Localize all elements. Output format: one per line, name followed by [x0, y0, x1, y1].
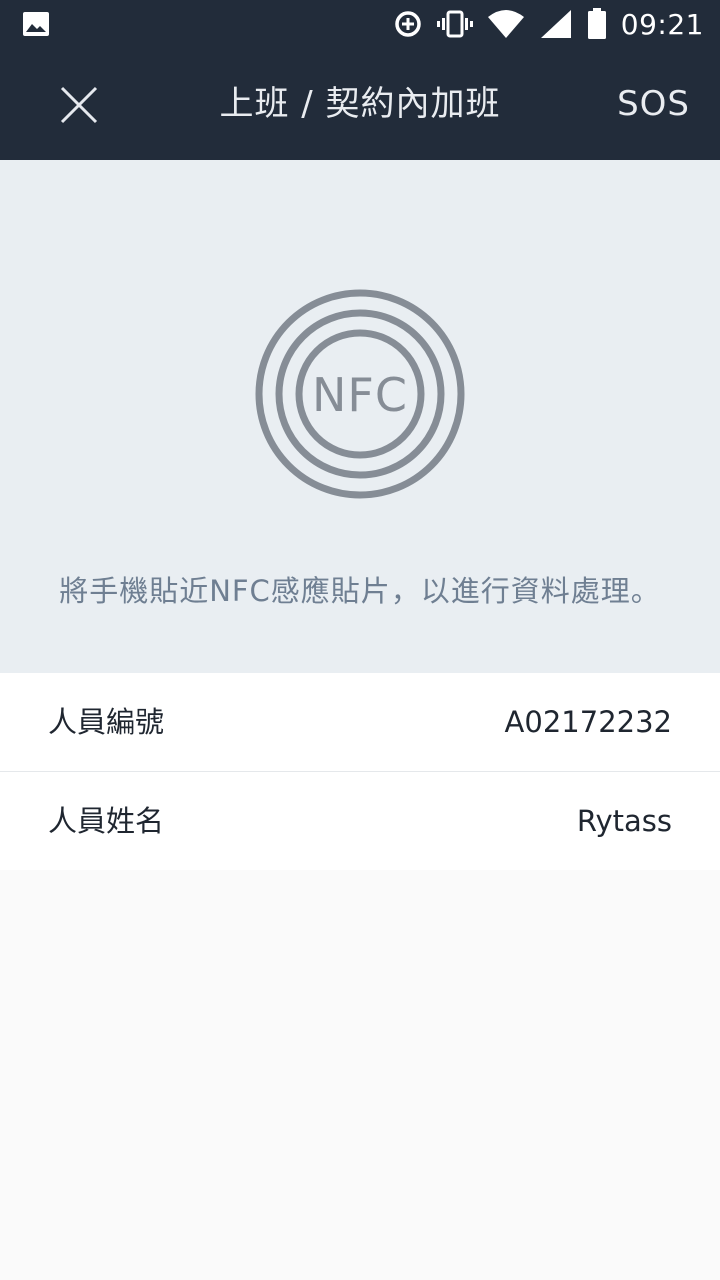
gallery-icon — [23, 12, 49, 36]
employee-name-label: 人員姓名 — [48, 804, 165, 838]
sos-button[interactable]: SOS — [617, 48, 690, 160]
employee-id-value: A02172232 — [504, 705, 672, 739]
status-icons: 09:21 — [393, 0, 704, 48]
nfc-panel: NFC 將手機貼近NFC感應貼片，以進行資料處理。 — [0, 160, 720, 673]
signal-icon — [540, 10, 571, 38]
vibrate-icon — [436, 10, 473, 38]
employee-id-row: 人員編號 A02172232 — [0, 673, 720, 772]
app-bar: 上班 / 契約內加班 SOS — [0, 48, 720, 160]
page-title: 上班 / 契約內加班 — [219, 84, 501, 124]
wifi-icon — [487, 10, 524, 38]
employee-name-value: Rytass — [576, 804, 672, 838]
nfc-instruction: 將手機貼近NFC感應貼片，以進行資料處理。 — [59, 574, 661, 608]
nfc-icon: NFC — [255, 289, 465, 499]
employee-id-label: 人員編號 — [48, 705, 165, 739]
data-saver-icon — [395, 11, 421, 37]
nfc-icon-text: NFC — [312, 368, 408, 422]
battery-icon — [587, 8, 606, 39]
employee-info-list: 人員編號 A02172232 人員姓名 Rytass — [0, 673, 720, 870]
employee-name-row: 人員姓名 Rytass — [0, 772, 720, 870]
status-bar: 09:21 — [0, 0, 720, 48]
status-time: 09:21 — [620, 7, 704, 41]
